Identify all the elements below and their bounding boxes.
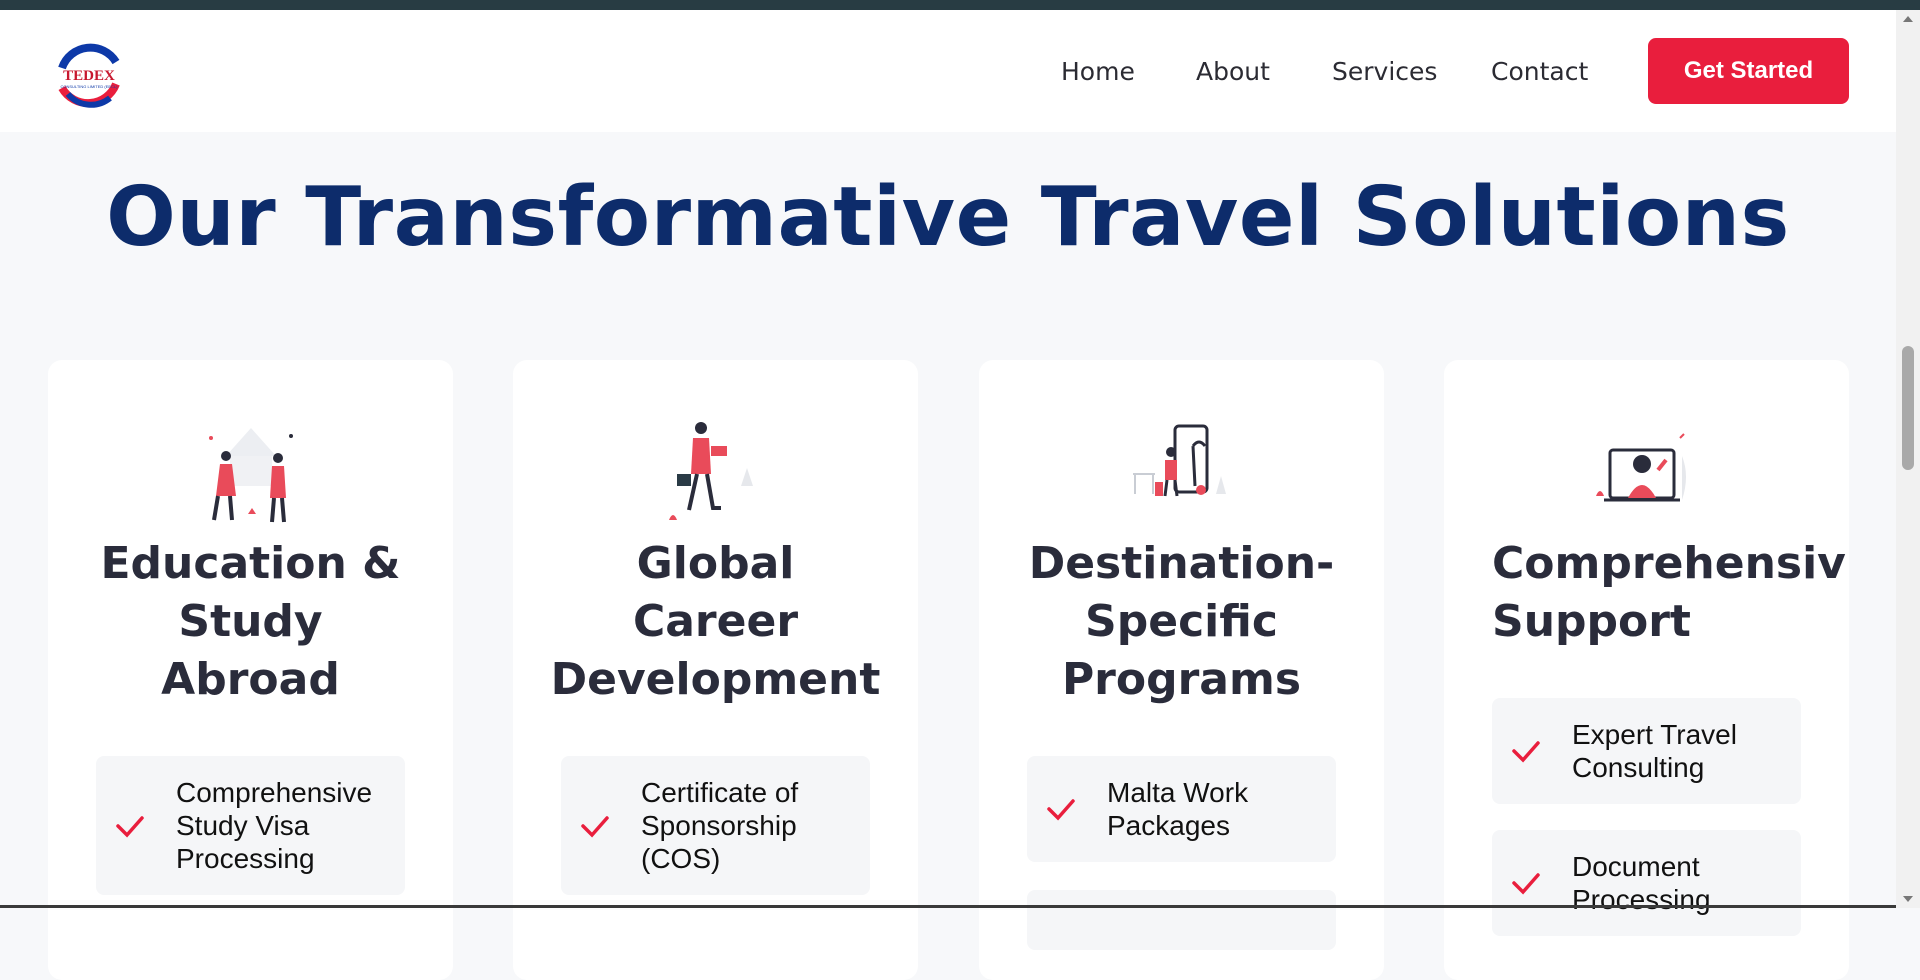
card-title: Destination- Specific Programs	[1028, 538, 1335, 705]
browser-top-strip	[0, 0, 1920, 10]
traveler-phone-illustration-icon	[1132, 424, 1226, 497]
svg-text:TEDEX: TEDEX	[63, 68, 115, 84]
career-woman-illustration-icon	[668, 422, 753, 520]
nav-about-link[interactable]: About	[1196, 57, 1270, 86]
feature-item: Malta Work Packages	[1027, 756, 1336, 862]
page-scrollbar[interactable]	[1896, 10, 1920, 908]
service-card-education[interactable]: Education & Study Abroad Comprehensive S…	[48, 360, 453, 980]
card-title: Global Career Development	[550, 538, 881, 705]
service-card-destinations[interactable]: Destination- Specific Programs Malta Wor…	[979, 360, 1384, 980]
feature-label: Certificate of Sponsorship (COS)	[641, 777, 799, 874]
nav-contact-link[interactable]: Contact	[1491, 57, 1588, 86]
feature-item: Comprehensive Study Visa Processing	[96, 756, 405, 895]
check-icon	[1512, 741, 1540, 763]
graduates-illustration-icon	[208, 428, 293, 523]
tedex-logo[interactable]: TEDEX CONSULTING LIMITED (EECL)	[48, 34, 130, 116]
feature-label: Expert Travel Consulting	[1572, 719, 1737, 783]
check-icon	[1512, 873, 1540, 895]
site-header: TEDEX CONSULTING LIMITED (EECL) Home Abo…	[0, 10, 1896, 132]
check-icon	[1047, 799, 1075, 821]
card-title: Comprehensiv Support	[1492, 538, 1846, 647]
feature-item: Document Processing	[1492, 830, 1801, 936]
video-support-illustration-icon	[1595, 433, 1686, 502]
service-card-support[interactable]: Comprehensiv Support Expert Travel Consu…	[1444, 360, 1849, 980]
card-title: Education & Study Abroad	[100, 538, 401, 705]
service-card-career[interactable]: Global Career Development Certificate of…	[513, 360, 918, 980]
scroll-down-arrow[interactable]	[1903, 896, 1913, 902]
check-icon	[581, 815, 609, 838]
feature-item: Certificate of Sponsorship (COS)	[561, 756, 870, 895]
get-started-button[interactable]: Get Started	[1648, 38, 1849, 104]
feature-label: Malta Work Packages	[1107, 777, 1249, 841]
feature-label: Comprehensive Study Visa Processing	[176, 777, 373, 874]
nav-home-link[interactable]: Home	[1061, 57, 1135, 86]
feature-item	[1027, 890, 1336, 950]
nav-services-link[interactable]: Services	[1332, 57, 1437, 86]
scroll-up-arrow[interactable]	[1903, 16, 1913, 22]
svg-text:CONSULTING LIMITED (EECL): CONSULTING LIMITED (EECL)	[60, 84, 118, 89]
check-icon	[116, 815, 144, 838]
section-title: Our Transformative Travel Solutions	[106, 170, 1790, 265]
scrollbar-thumb[interactable]	[1902, 346, 1914, 470]
feature-item: Expert Travel Consulting	[1492, 698, 1801, 804]
